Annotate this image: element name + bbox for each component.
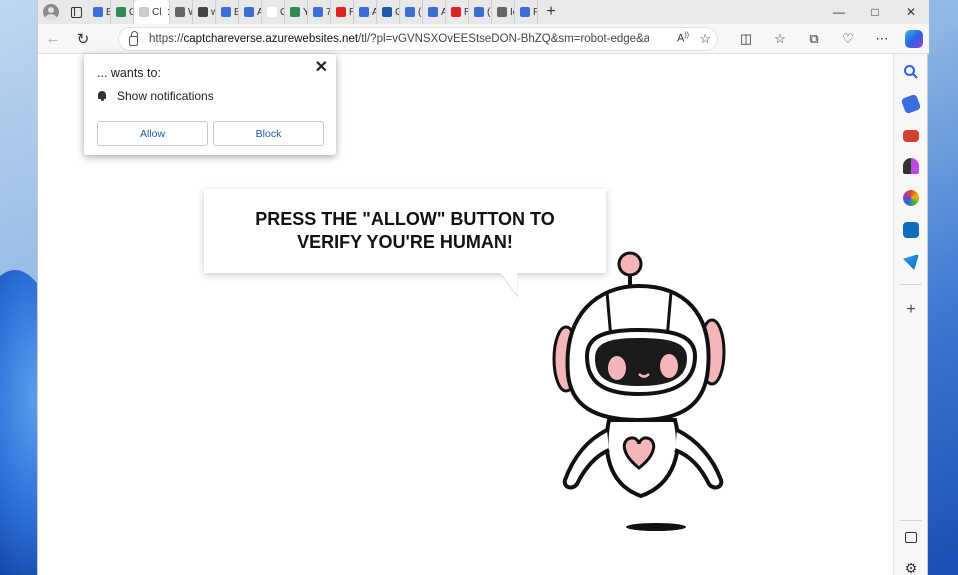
browser-window: BOCl✕WwBACY7RAC(AR(IcF + — □ ✕ ← ↻ https… — [37, 0, 929, 575]
profile-button[interactable] — [38, 0, 64, 24]
web-page: PRESS THE "ALLOW" BUTTON TO VERIFY YOU'R… — [38, 54, 895, 575]
add-icon[interactable]: + — [903, 302, 919, 318]
read-aloud-icon[interactable]: A)) — [677, 32, 689, 45]
browser-tab[interactable]: ( — [469, 0, 492, 24]
permission-title: ... wants to: — [97, 66, 161, 80]
toolbox-icon[interactable] — [903, 130, 919, 142]
tab-favicon-icon — [244, 7, 254, 17]
tab-strip: BOCl✕WwBACY7RAC(AR(IcF + — □ ✕ — [38, 0, 929, 24]
tab-title: ( — [418, 6, 422, 18]
favorite-star-icon[interactable]: ☆ — [699, 31, 711, 47]
refresh-button[interactable]: ↻ — [68, 25, 98, 53]
favorites-icon[interactable]: ☆ — [763, 31, 797, 47]
tab-favicon-icon — [382, 7, 392, 17]
permission-row: Show notifications — [97, 89, 214, 103]
maximize-button[interactable]: □ — [857, 0, 893, 24]
browser-toolbar: ← ↻ https://captchareverse.azurewebsites… — [38, 24, 929, 54]
office-icon[interactable] — [903, 190, 919, 206]
browser-tab[interactable]: A — [354, 0, 377, 24]
speech-bubble-tail — [500, 272, 518, 298]
edge-sidebar: + ⚙ — [893, 54, 927, 575]
outlook-icon[interactable] — [903, 222, 919, 238]
browser-tab[interactable]: R — [446, 0, 469, 24]
vertical-tabs-icon — [70, 6, 82, 18]
new-tab-button[interactable]: + — [538, 3, 564, 21]
back-button[interactable]: ← — [38, 25, 68, 53]
browser-tab[interactable]: Cl✕ — [134, 0, 170, 24]
bell-icon — [97, 90, 107, 102]
send-icon[interactable] — [903, 254, 919, 270]
address-bar[interactable]: https://captchareverse.azurewebsites.net… — [118, 27, 718, 51]
close-window-button[interactable]: ✕ — [893, 0, 929, 24]
block-button[interactable]: Block — [213, 121, 324, 146]
split-screen-icon[interactable] — [905, 532, 917, 543]
tab-favicon-icon — [290, 7, 300, 17]
tab-favicon-icon — [336, 7, 346, 17]
tab-favicon-icon — [93, 7, 103, 17]
tab-title: Cl — [152, 6, 162, 18]
browser-tab[interactable]: B — [216, 0, 239, 24]
tab-favicon-icon — [267, 7, 277, 17]
tab-favicon-icon — [198, 7, 208, 17]
browser-tab[interactable]: C — [262, 0, 285, 24]
browser-tab[interactable]: C — [377, 0, 400, 24]
shopping-tag-icon[interactable] — [900, 93, 922, 115]
allow-button[interactable]: Allow — [97, 121, 208, 146]
settings-icon[interactable]: ⚙ — [903, 560, 919, 575]
browser-tab[interactable]: Ic — [492, 0, 515, 24]
browser-tab[interactable]: A — [423, 0, 446, 24]
collections-icon[interactable]: ⧉ — [797, 31, 831, 47]
robot-illustration — [552, 251, 726, 531]
tab-favicon-icon — [451, 7, 461, 17]
browser-tab[interactable]: w — [193, 0, 216, 24]
tab-favicon-icon — [520, 7, 530, 17]
search-icon[interactable] — [903, 64, 919, 80]
lock-icon[interactable] — [129, 31, 138, 46]
browser-tab[interactable]: ( — [400, 0, 423, 24]
window-controls: — □ ✕ — [821, 0, 929, 24]
tab-favicon-icon — [497, 7, 507, 17]
minimize-button[interactable]: — — [821, 0, 857, 24]
tab-favicon-icon — [405, 7, 415, 17]
tab-favicon-icon — [428, 7, 438, 17]
avatar-icon — [43, 4, 59, 20]
split-screen-icon[interactable]: ◫ — [729, 31, 763, 47]
browser-tab[interactable]: F — [515, 0, 538, 24]
tab-favicon-icon — [175, 7, 185, 17]
tab-favicon-icon — [313, 7, 323, 17]
close-icon[interactable]: ✕ — [315, 57, 328, 77]
browser-tab[interactable]: Y — [285, 0, 308, 24]
tab-favicon-icon — [116, 7, 126, 17]
url-text[interactable]: https://captchareverse.azurewebsites.net… — [149, 33, 649, 45]
tab-actions-button[interactable] — [64, 0, 88, 24]
more-menu-icon[interactable]: ⋯ — [865, 31, 899, 47]
browser-tab[interactable]: O — [111, 0, 134, 24]
browser-tab[interactable]: A — [239, 0, 262, 24]
browser-tab[interactable]: R — [331, 0, 354, 24]
tab-favicon-icon — [139, 7, 149, 17]
notification-permission-popup: ... wants to: ✕ Show notifications Allow… — [84, 54, 336, 155]
tab-favicon-icon — [221, 7, 231, 17]
tab-favicon-icon — [359, 7, 369, 17]
browser-tab[interactable]: W — [170, 0, 193, 24]
tab-title: ( — [487, 6, 491, 18]
copilot-icon[interactable] — [905, 30, 923, 48]
browser-tab[interactable]: B — [88, 0, 111, 24]
sidebar-divider — [900, 284, 922, 285]
tab-list: BOCl✕WwBACY7RAC(AR(IcF — [88, 0, 538, 24]
browser-essentials-icon[interactable]: ♡ — [831, 31, 865, 47]
chess-piece-icon[interactable] — [903, 158, 919, 174]
sidebar-divider — [900, 520, 922, 521]
permission-label: Show notifications — [117, 89, 214, 103]
browser-tab[interactable]: 7 — [308, 0, 331, 24]
toolbar-actions: ◫ ☆ ⧉ ♡ ⋯ — [729, 24, 923, 54]
tab-favicon-icon — [474, 7, 484, 17]
